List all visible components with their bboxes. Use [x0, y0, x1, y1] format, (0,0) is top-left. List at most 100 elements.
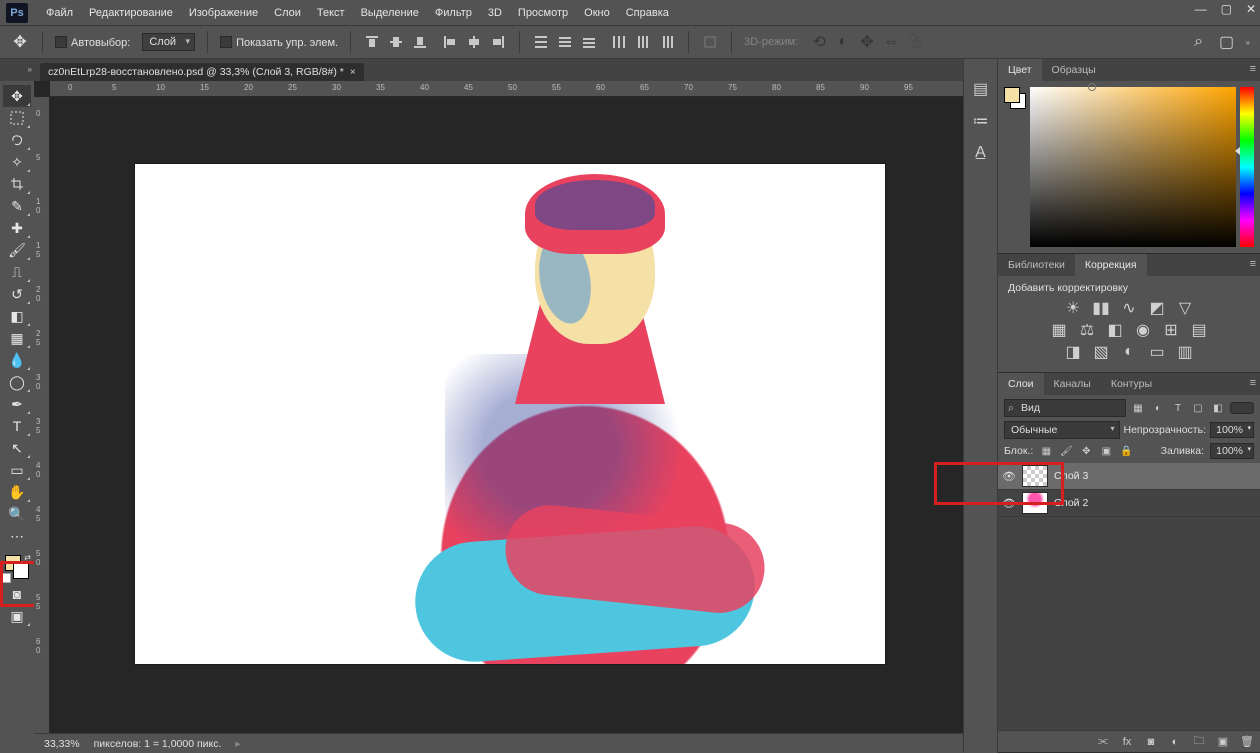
dodge-tool[interactable]: ◯ — [3, 371, 31, 393]
lock-position-icon[interactable]: ✥ — [1079, 444, 1093, 458]
eyedropper-tool[interactable]: ✎ — [3, 195, 31, 217]
dist-right-icon[interactable] — [658, 33, 676, 51]
curves-icon[interactable]: ∿ — [1120, 300, 1138, 316]
close-icon[interactable]: ✕ — [1246, 2, 1256, 16]
hue-handle[interactable] — [1235, 147, 1240, 155]
lock-transparent-icon[interactable]: ▦ — [1039, 444, 1053, 458]
pen-tool[interactable]: ✒ — [3, 393, 31, 415]
mini-foreground[interactable] — [1004, 87, 1020, 103]
stamp-tool[interactable]: ⎍ — [3, 261, 31, 283]
crop-tool[interactable] — [3, 173, 31, 195]
menu-layers[interactable]: Слои — [266, 7, 309, 19]
hand-tool[interactable]: ✋ — [3, 481, 31, 503]
document-canvas[interactable] — [135, 164, 885, 664]
align-vcenter-icon[interactable] — [387, 33, 405, 51]
healing-tool[interactable]: ✚ — [3, 217, 31, 239]
layer-filter-kind[interactable]: Вид — [1004, 399, 1126, 417]
color-balance-icon[interactable]: ⚖ — [1078, 322, 1096, 338]
new-layer-icon[interactable]: ▣ — [1216, 735, 1230, 749]
delete-layer-icon[interactable]: 🗑 — [1240, 735, 1254, 749]
filter-smart-icon[interactable]: ◧ — [1210, 401, 1226, 415]
align-top-icon[interactable] — [363, 33, 381, 51]
fill-value[interactable]: 100% — [1210, 443, 1254, 459]
menu-filter[interactable]: Фильтр — [427, 7, 480, 19]
dist-top-icon[interactable] — [532, 33, 550, 51]
hue-sat-icon[interactable]: ▦ — [1050, 322, 1068, 338]
threshold-icon[interactable]: ◐ — [1120, 344, 1138, 360]
invert-icon[interactable]: ◨ — [1064, 344, 1082, 360]
align-bottom-icon[interactable] — [411, 33, 429, 51]
selective-color-icon[interactable]: ▥ — [1176, 344, 1194, 360]
3d-slide-icon[interactable]: ⇔ — [882, 33, 900, 51]
picker-handle[interactable] — [1088, 83, 1096, 91]
default-colors-icon[interactable] — [3, 575, 11, 583]
swap-colors-icon[interactable]: ⇄ — [24, 553, 31, 562]
color-lookup-icon[interactable]: ▤ — [1190, 322, 1208, 338]
layer-row[interactable]: 👁 Слой 3 — [998, 463, 1260, 490]
3d-zoom-icon[interactable]: 🎥 — [906, 33, 924, 51]
link-layers-icon[interactable]: ⫘ — [1096, 735, 1110, 749]
blur-tool[interactable]: 💧 — [3, 349, 31, 371]
brush-tool[interactable]: 🖌 — [3, 239, 31, 261]
show-controls-check[interactable]: Показать упр. элем. — [220, 33, 338, 51]
history-panel-icon[interactable]: ▤ — [971, 79, 991, 99]
lock-artboard-icon[interactable]: ▣ — [1099, 444, 1113, 458]
close-tab-icon[interactable]: × — [350, 67, 356, 78]
panel-menu-icon[interactable]: ≡ — [1250, 258, 1256, 270]
tab-color[interactable]: Цвет — [998, 59, 1042, 81]
search-icon[interactable]: ⌕ — [1190, 33, 1208, 51]
menu-edit[interactable]: Редактирование — [81, 7, 181, 19]
collapse-icon[interactable]: » — [1246, 38, 1250, 47]
layer-thumbnail[interactable] — [1022, 465, 1048, 487]
align-right-icon[interactable] — [489, 33, 507, 51]
type-tool[interactable]: T — [3, 415, 31, 437]
tab-paths[interactable]: Контуры — [1101, 373, 1162, 395]
posterize-icon[interactable]: ▧ — [1092, 344, 1110, 360]
filter-adjust-icon[interactable]: ◐ — [1150, 401, 1166, 415]
dist-left-icon[interactable] — [610, 33, 628, 51]
magic-wand-tool[interactable]: ✧ — [3, 151, 31, 173]
ruler-horizontal[interactable]: 05101520253035404550556065707580859095 — [50, 81, 963, 97]
layer-thumbnail[interactable] — [1022, 492, 1048, 514]
layer-name[interactable]: Слой 3 — [1054, 470, 1088, 482]
marquee-tool[interactable] — [3, 107, 31, 129]
gradient-tool[interactable]: ▦ — [3, 327, 31, 349]
gradient-map-icon[interactable]: ▭ — [1148, 344, 1166, 360]
background-color[interactable] — [13, 563, 29, 579]
adjustment-layer-icon[interactable]: ◐ — [1168, 735, 1182, 749]
menu-text[interactable]: Текст — [309, 7, 353, 19]
auto-align-icon[interactable] — [701, 33, 719, 51]
menu-window[interactable]: Окно — [576, 7, 618, 19]
align-left-icon[interactable] — [441, 33, 459, 51]
menu-3d[interactable]: 3D — [480, 7, 510, 19]
photo-filter-icon[interactable]: ◉ — [1134, 322, 1152, 338]
doc-info[interactable]: пикселов: 1 = 1,0000 пикс. — [94, 738, 222, 750]
levels-icon[interactable]: ▮▮ — [1092, 300, 1110, 316]
layer-mask-icon[interactable]: ◙ — [1144, 735, 1158, 749]
layer-fx-icon[interactable]: fx — [1120, 735, 1134, 749]
canvas-viewport[interactable] — [50, 97, 963, 733]
ruler-vertical[interactable]: 051 01 52 02 53 03 54 04 55 05 56 0 — [34, 97, 50, 733]
color-swatches[interactable]: ⇄ — [3, 553, 31, 583]
bw-icon[interactable]: ◧ — [1106, 322, 1124, 338]
auto-select-check[interactable]: Автовыбор: — [55, 33, 130, 51]
move-tool[interactable]: ✥ — [3, 85, 31, 107]
menu-select[interactable]: Выделение — [353, 7, 427, 19]
document-tab[interactable]: cz0nEtLrp28-восстановлено.psd @ 33,3% (С… — [40, 63, 364, 81]
lasso-tool[interactable] — [3, 129, 31, 151]
3d-orbit-icon[interactable]: ⟲ — [810, 33, 828, 51]
tab-layers[interactable]: Слои — [998, 373, 1044, 395]
mini-swatches[interactable] — [1004, 87, 1026, 247]
align-hcenter-icon[interactable] — [465, 33, 483, 51]
layer-name[interactable]: Слой 2 — [1054, 497, 1088, 509]
auto-select-target-drop[interactable]: Слой — [142, 33, 195, 51]
dist-bottom-icon[interactable] — [580, 33, 598, 51]
tab-swatches[interactable]: Образцы — [1042, 59, 1106, 81]
hue-slider[interactable] — [1240, 87, 1254, 247]
minimize-icon[interactable]: — — [1195, 2, 1207, 16]
lock-pixels-icon[interactable]: 🖌 — [1059, 444, 1073, 458]
3d-pan-icon[interactable]: ✥ — [858, 33, 876, 51]
filter-toggle[interactable] — [1230, 402, 1254, 414]
shape-tool[interactable]: ▭ — [3, 459, 31, 481]
lock-all-icon[interactable]: 🔒 — [1119, 444, 1133, 458]
